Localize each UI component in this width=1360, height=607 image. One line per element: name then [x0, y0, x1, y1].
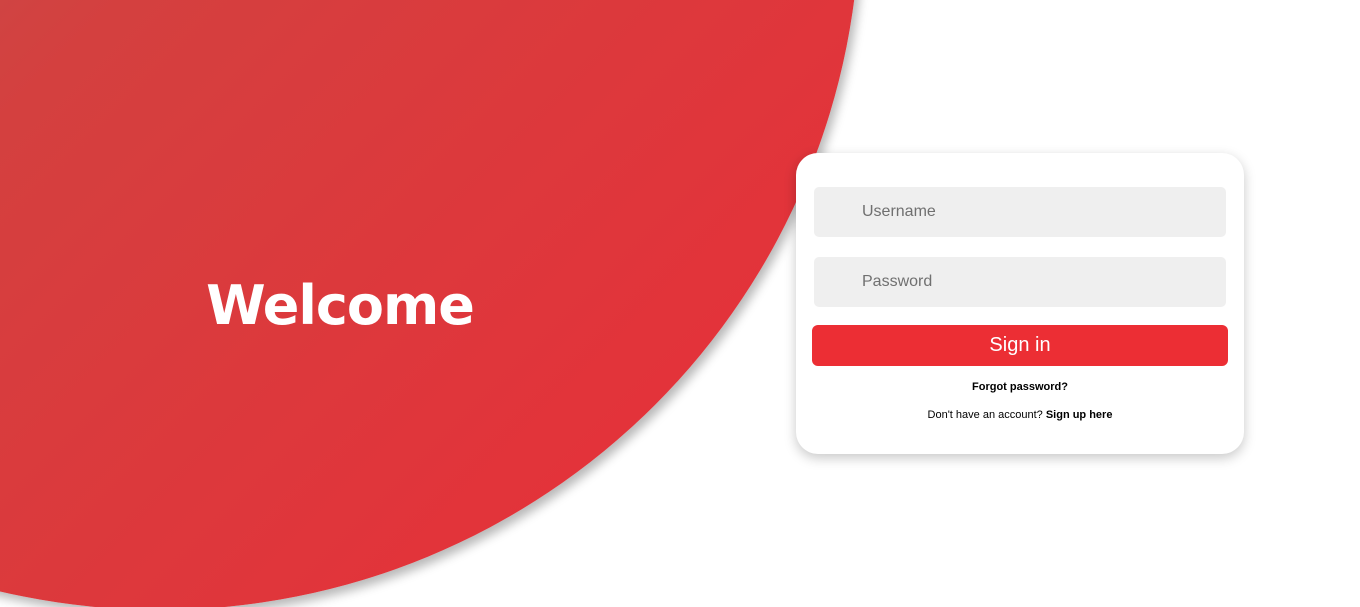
password-field[interactable] [814, 257, 1226, 307]
signup-row: Don't have an account? Sign up here [796, 409, 1244, 421]
username-input[interactable] [814, 187, 1226, 237]
signup-prompt: Don't have an account? [927, 409, 1046, 421]
login-card: Sign in Forgot password? Don't have an a… [796, 153, 1244, 454]
forgot-password-link[interactable]: Forgot password? [972, 381, 1068, 393]
sign-in-button[interactable]: Sign in [812, 325, 1228, 366]
sign-up-link[interactable]: Sign up here [1046, 409, 1113, 421]
password-input[interactable] [814, 257, 1226, 307]
welcome-heading: Welcome [206, 274, 475, 337]
forgot-password-row: Forgot password? [796, 381, 1244, 393]
login-page: Welcome Sign in Forgot password? Don't h… [0, 0, 1360, 607]
username-field[interactable] [814, 187, 1226, 237]
